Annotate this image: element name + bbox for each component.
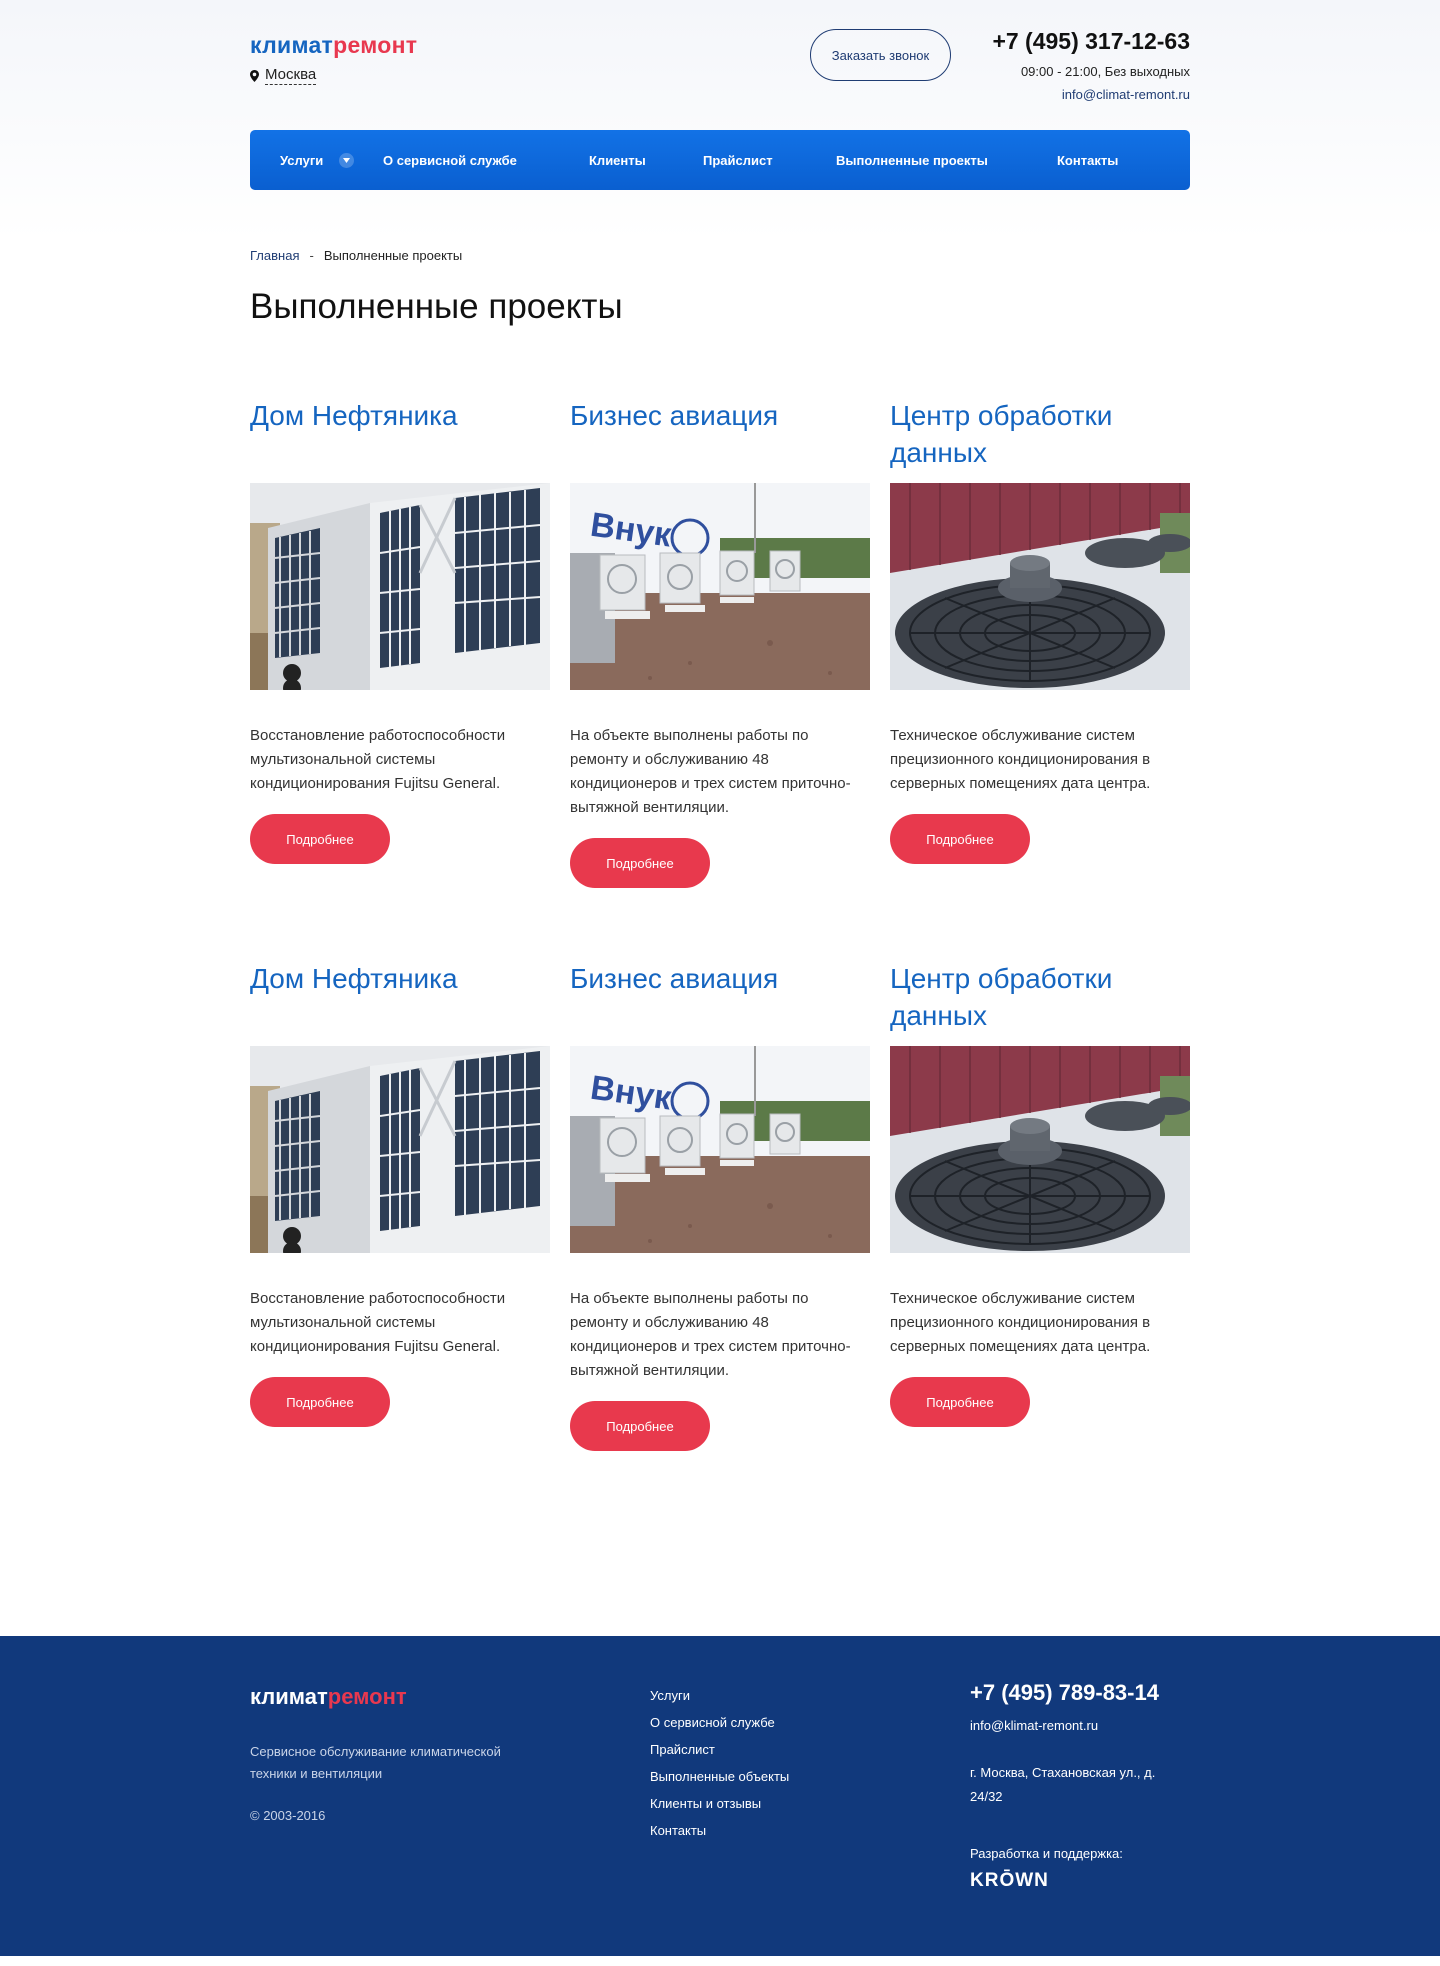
footer-menu: Услуги О сервисной службе Прайслист Выпо… <box>650 1682 789 1844</box>
nav-item-contacts[interactable]: Контакты <box>1057 130 1118 190</box>
project-description: Техническое обслуживание систем прецизио… <box>890 727 1151 792</box>
logo-part-climat: климат <box>250 1684 328 1709</box>
project-card: Центр обработки данных Техническое обслу… <box>890 397 1190 888</box>
logo-part-remont: ремонт <box>327 1684 407 1709</box>
site-logo[interactable]: климатремонт <box>250 32 417 59</box>
breadcrumb-home-link[interactable]: Главная <box>250 248 299 263</box>
site-header: климатремонт Москва Заказать звонок +7 (… <box>250 0 1190 130</box>
footer-menu-clients[interactable]: Клиенты и отзывы <box>650 1790 789 1817</box>
project-title[interactable]: Дом Нефтяника <box>250 397 550 483</box>
project-description: На объекте выполнены работы по ремонту и… <box>570 727 851 816</box>
page-bottom-strip <box>0 1956 1440 1966</box>
header-phone[interactable]: +7 (495) 317-12-63 <box>992 28 1190 55</box>
logo-part-remont: ремонт <box>333 32 418 58</box>
outdoor-ac-units-photo[interactable] <box>250 1046 550 1253</box>
nav-item-pricelist[interactable]: Прайслист <box>703 130 773 190</box>
nav-item-clients[interactable]: Клиенты <box>589 130 646 190</box>
project-title[interactable]: Бизнес авиация <box>570 960 870 1046</box>
footer-email[interactable]: info@klimat-remont.ru <box>970 1718 1098 1733</box>
project-title[interactable]: Бизнес авиация <box>570 397 870 483</box>
footer-menu-pricelist[interactable]: Прайслист <box>650 1736 789 1763</box>
footer-menu-about[interactable]: О сервисной службе <box>650 1709 789 1736</box>
chevron-down-icon[interactable] <box>339 152 355 168</box>
nav-item-label: Услуги <box>280 152 324 168</box>
more-button[interactable]: Подробнее <box>890 1377 1030 1427</box>
more-button[interactable]: Подробнее <box>250 814 390 864</box>
project-card: Дом Нефтяника Восстановление работоспосо… <box>250 397 550 888</box>
breadcrumb: Главная - Выполненные проекты <box>250 248 1190 263</box>
city-name[interactable]: Москва <box>265 66 317 85</box>
developer-logo[interactable]: KRŌWN <box>970 1870 1049 1892</box>
project-title[interactable]: Центр обработки данных <box>890 397 1190 483</box>
project-card: Дом Нефтяника Восстановление работоспосо… <box>250 960 550 1451</box>
location-pin-icon <box>250 69 259 82</box>
footer-copyright: © 2003-2016 <box>250 1808 326 1823</box>
page-title: Выполненные проекты <box>250 287 623 326</box>
working-hours: 09:00 - 21:00, Без выходных <box>1020 64 1190 79</box>
nav-item-services[interactable]: Услуги <box>280 130 355 190</box>
industrial-fans-photo[interactable] <box>890 483 1190 690</box>
outdoor-ac-units-photo[interactable] <box>250 483 550 690</box>
site-footer: климатремонт Сервисное обслуживание клим… <box>0 1636 1440 1956</box>
more-button[interactable]: Подробнее <box>890 814 1030 864</box>
header-email[interactable]: info@climat-remont.ru <box>1062 87 1190 102</box>
project-card: Бизнес авиация Внук На объекте выполнены… <box>570 397 870 888</box>
project-card: Центр обработки данных Техническое обслу… <box>890 960 1190 1451</box>
more-button[interactable]: Подробнее <box>570 1401 710 1451</box>
page-container: климатремонт Москва Заказать звонок +7 (… <box>250 0 1190 1451</box>
project-title[interactable]: Центр обработки данных <box>890 960 1190 1046</box>
breadcrumb-current: Выполненные проекты <box>323 248 463 263</box>
more-button[interactable]: Подробнее <box>250 1377 390 1427</box>
order-call-button[interactable]: Заказать звонок <box>810 29 951 81</box>
projects-grid: Дом Нефтяника Восстановление работоспосо… <box>250 397 1190 1451</box>
project-description: Техническое обслуживание систем прецизио… <box>890 1290 1151 1355</box>
logo-part-climat: климат <box>250 32 334 58</box>
rooftop-condensers-photo[interactable]: Внук <box>570 1046 870 1253</box>
more-button[interactable]: Подробнее <box>570 838 710 888</box>
rooftop-condensers-photo[interactable]: Внук <box>570 483 870 690</box>
footer-phone[interactable]: +7 (495) 789-83-14 <box>970 1680 1159 1706</box>
nav-item-projects[interactable]: Выполненные проекты <box>836 130 988 190</box>
industrial-fans-photo[interactable] <box>890 1046 1190 1253</box>
footer-menu-projects[interactable]: Выполненные объекты <box>650 1763 789 1790</box>
developer-label: Разработка и поддержка: <box>970 1846 1123 1861</box>
project-description: Восстановление работоспособности мультиз… <box>250 727 506 792</box>
project-card: Бизнес авиация Внук На объекте выполнены… <box>570 960 870 1451</box>
project-description: Восстановление работоспособности мультиз… <box>250 1290 506 1355</box>
city-selector[interactable]: Москва <box>250 66 317 85</box>
breadcrumb-separator: - <box>309 248 314 263</box>
footer-description: Сервисное обслуживание климатической тех… <box>250 1744 501 1781</box>
nav-item-about[interactable]: О сервисной службе <box>383 130 517 190</box>
main-navigation: Услуги О сервисной службе Клиенты Прайсл… <box>250 130 1190 190</box>
footer-menu-services[interactable]: Услуги <box>650 1682 789 1709</box>
footer-address: г. Москва, Стахановская ул., д. 24/32 <box>970 1765 1156 1804</box>
project-description: На объекте выполнены работы по ремонту и… <box>570 1290 851 1379</box>
footer-logo[interactable]: климатремонт <box>250 1684 407 1710</box>
project-title[interactable]: Дом Нефтяника <box>250 960 550 1046</box>
footer-menu-contacts[interactable]: Контакты <box>650 1817 789 1844</box>
